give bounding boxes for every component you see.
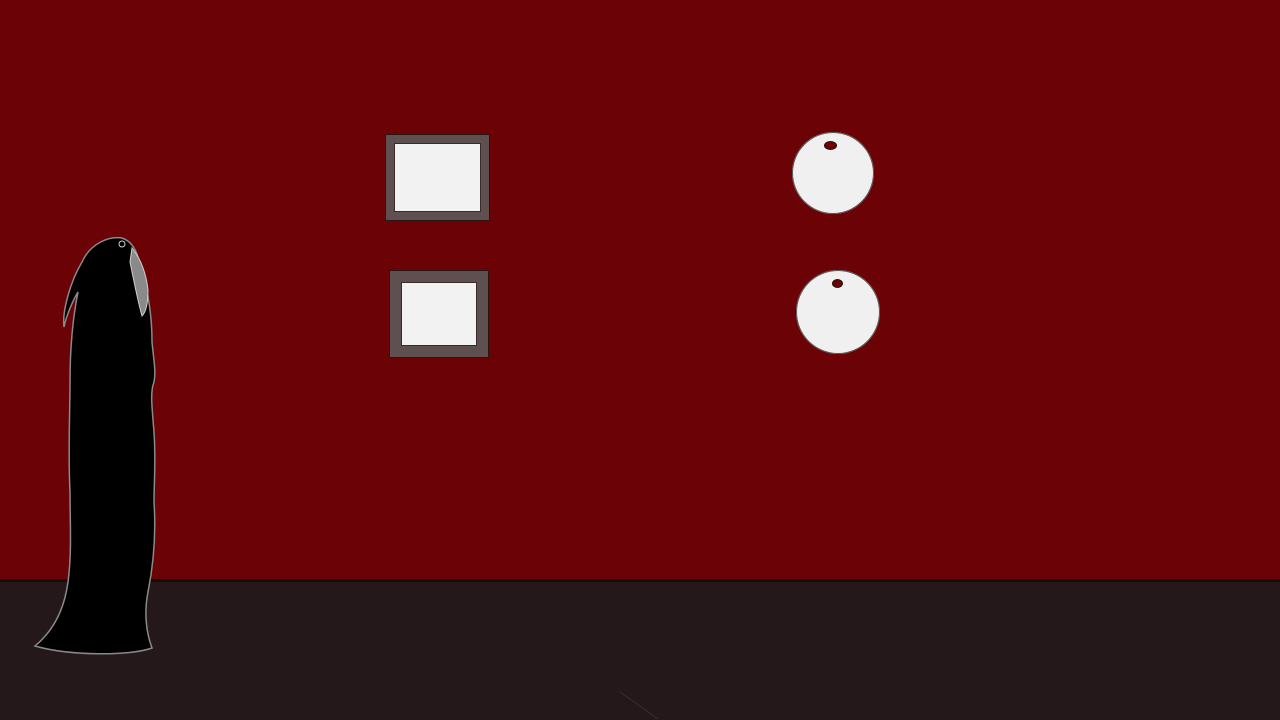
picture-frame-bottom[interactable] bbox=[390, 271, 488, 357]
game-scene bbox=[0, 0, 1280, 720]
orb-hole-top bbox=[825, 142, 836, 149]
blank-canvas-top bbox=[394, 143, 481, 212]
figure-cloak bbox=[33, 236, 156, 655]
wall-orb-bottom[interactable] bbox=[796, 270, 880, 354]
floor-crack bbox=[619, 691, 659, 720]
wall-orb-top[interactable] bbox=[792, 132, 874, 214]
orb-hole-bottom bbox=[833, 280, 842, 287]
picture-frame-top[interactable] bbox=[386, 135, 489, 220]
blank-canvas-bottom bbox=[401, 282, 477, 346]
red-wall bbox=[0, 0, 1280, 581]
cloaked-figure[interactable] bbox=[30, 232, 165, 657]
